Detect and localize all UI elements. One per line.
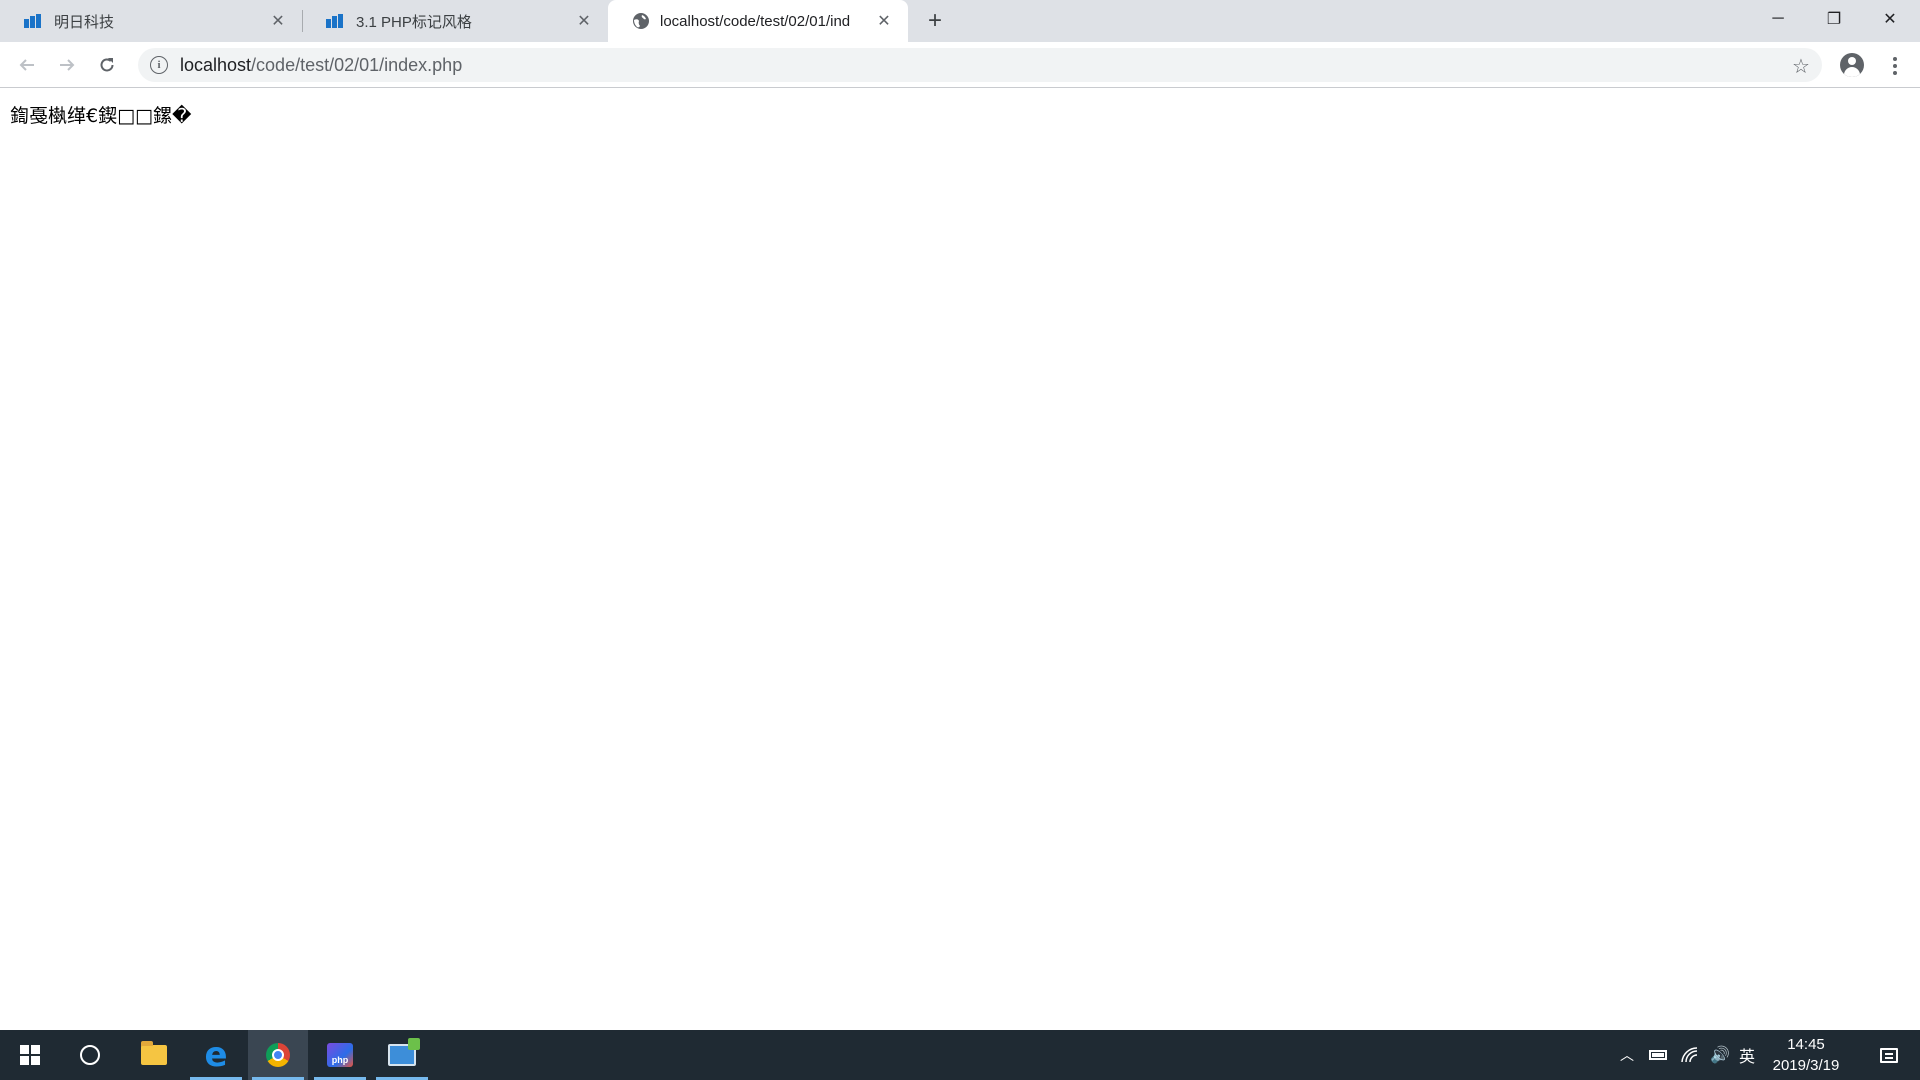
address-bar[interactable]: i localhost/code/test/02/01/index.php <box>138 48 1822 82</box>
folder-icon <box>141 1041 167 1065</box>
tab-label: localhost/code/test/02/01/ind <box>660 12 851 30</box>
page-body-text: 鍧戞槸缂€鍥□□鏍� <box>10 105 192 127</box>
cortana-search-button[interactable] <box>60 1030 120 1080</box>
network-icon[interactable] <box>1676 1030 1704 1080</box>
close-tab-icon[interactable]: ✕ <box>574 11 594 31</box>
battery-icon <box>1649 1050 1667 1060</box>
arrow-right-icon <box>60 59 75 71</box>
start-button[interactable] <box>0 1030 60 1080</box>
edge-icon: e <box>204 1035 228 1075</box>
forward-button[interactable] <box>52 50 82 80</box>
phpstorm-icon: php <box>327 1043 353 1067</box>
profile-avatar-icon[interactable] <box>1840 53 1864 77</box>
tab-label: 明日科技 <box>54 13 115 31</box>
url-path: /code/test/02/01/index.php <box>251 54 463 75</box>
arrow-left-icon <box>19 59 34 71</box>
wifi-icon <box>1681 1047 1698 1063</box>
action-center-button[interactable] <box>1864 1030 1914 1080</box>
mr-logo-icon <box>326 14 346 28</box>
windows-logo-icon <box>20 1045 40 1065</box>
minimize-button[interactable]: ─ <box>1750 0 1806 38</box>
close-tab-icon[interactable]: ✕ <box>268 11 288 31</box>
remote-desktop-button[interactable] <box>372 1030 432 1080</box>
tab-php-tag-style[interactable]: 3.1 PHP标记风格 ✕ <box>302 0 608 42</box>
close-tab-icon[interactable]: ✕ <box>874 11 894 31</box>
notification-icon <box>1880 1047 1898 1063</box>
volume-icon[interactable]: 🔊 <box>1706 1030 1734 1080</box>
reload-button[interactable] <box>92 50 122 80</box>
chrome-icon <box>266 1043 290 1067</box>
page-viewport: 鍧戞槸缂€鍥□□鏍� <box>0 89 1920 1029</box>
cortana-circle-icon <box>80 1045 100 1065</box>
restore-button[interactable]: ❐ <box>1806 0 1862 38</box>
url-host: localhost <box>180 54 252 75</box>
ime-indicator[interactable]: 英 <box>1734 1030 1760 1080</box>
tab-label: 3.1 PHP标记风格 <box>356 13 472 31</box>
browser-toolbar: i localhost/code/test/02/01/index.php ☆ <box>0 42 1920 88</box>
back-button[interactable] <box>12 50 42 80</box>
browser-menu-button[interactable] <box>1880 51 1910 81</box>
file-explorer-button[interactable] <box>124 1030 184 1080</box>
battery-icon-wrap[interactable] <box>1644 1030 1672 1080</box>
windows-taskbar: e php ︿ 🔊 英 14:45 2019/3/19 <box>0 1030 1920 1080</box>
mr-logo-icon <box>24 14 44 28</box>
info-icon[interactable]: i <box>150 56 168 74</box>
edge-button[interactable]: e <box>186 1030 246 1080</box>
show-hidden-icons-chevron-icon[interactable]: ︿ <box>1614 1030 1640 1080</box>
clock-time: 14:45 <box>1787 1036 1825 1053</box>
new-tab-button[interactable]: + <box>920 6 950 36</box>
close-window-button[interactable]: ✕ <box>1862 0 1918 38</box>
chrome-button[interactable] <box>248 1030 308 1080</box>
tab-localhost-active[interactable]: localhost/code/test/02/01/ind ✕ <box>608 0 908 42</box>
clock-date: 2019/3/19 <box>1772 1057 1840 1074</box>
globe-icon <box>633 13 649 29</box>
reload-icon <box>100 58 114 72</box>
tab-strip: 明日科技 ✕ 3.1 PHP标记风格 ✕ localhost/code/test… <box>0 0 1920 42</box>
bookmark-star-icon[interactable]: ☆ <box>1786 51 1816 81</box>
tab-mingri[interactable]: 明日科技 ✕ <box>0 0 302 42</box>
remote-desktop-icon <box>388 1038 420 1066</box>
phpstorm-button[interactable]: php <box>310 1030 370 1080</box>
system-clock[interactable]: 14:45 2019/3/19 <box>1758 1034 1854 1076</box>
